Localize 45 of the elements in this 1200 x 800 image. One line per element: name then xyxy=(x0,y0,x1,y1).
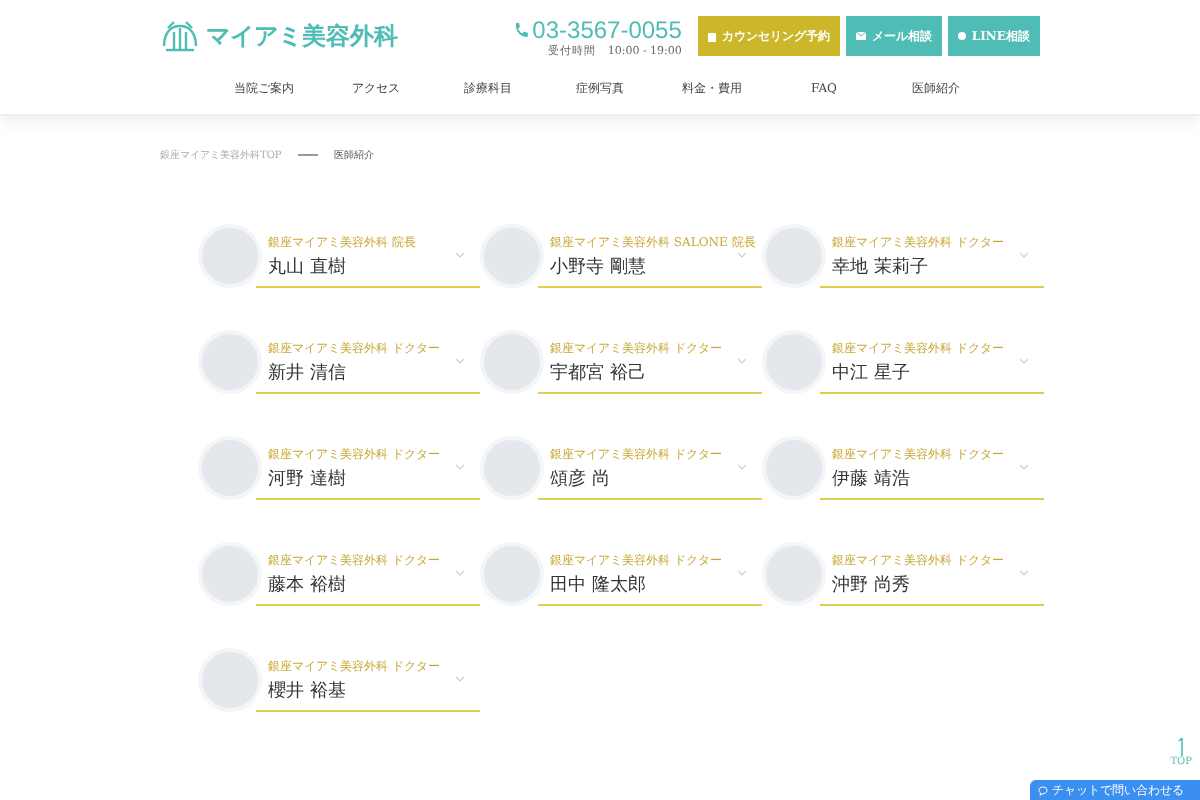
chevron-down-icon xyxy=(456,464,464,470)
photo-placeholder xyxy=(198,223,262,287)
doctor-name: 丸山 直樹 xyxy=(268,255,346,280)
doctor-name: 幸地 茉莉子 xyxy=(832,255,928,280)
doctor-name: 小野寺 剛慧 xyxy=(550,255,646,280)
chevron-down-icon xyxy=(738,358,746,364)
chevron-down-icon xyxy=(738,570,746,576)
chevron-down-icon xyxy=(1020,252,1028,258)
doctor-name: 中江 星子 xyxy=(832,361,910,386)
doctor-name: 新井 清信 xyxy=(268,361,346,386)
photo-placeholder xyxy=(762,541,826,605)
photo-placeholder xyxy=(480,541,544,605)
doctor-name: 伊藤 靖浩 xyxy=(832,467,910,492)
speech-bubble-icon xyxy=(1038,785,1048,795)
photo-placeholder xyxy=(198,329,262,393)
chevron-down-icon xyxy=(456,358,464,364)
photo-placeholder xyxy=(198,647,262,711)
chevron-down-icon xyxy=(738,252,746,258)
photo-placeholder xyxy=(480,435,544,499)
chevron-down-icon xyxy=(738,464,746,470)
doctor-name: 櫻井 裕基 xyxy=(268,679,346,704)
photo-placeholder xyxy=(762,435,826,499)
chevron-down-icon xyxy=(1020,570,1028,576)
clipboard-icon xyxy=(707,31,716,41)
doctor-name: 頌彦 尚 xyxy=(550,467,610,492)
photo-placeholder xyxy=(762,329,826,393)
chevron-down-icon xyxy=(1020,358,1028,364)
chevron-down-icon xyxy=(456,676,464,682)
chevron-down-icon xyxy=(456,252,464,258)
chat-bubble-icon xyxy=(957,32,966,40)
doctor-name: 藤本 裕樹 xyxy=(268,573,346,598)
chevron-down-icon xyxy=(456,570,464,576)
doctor-name: 田中 隆太郎 xyxy=(550,573,646,598)
photo-placeholder xyxy=(762,223,826,287)
phone-icon xyxy=(514,21,529,37)
photo-placeholder xyxy=(198,541,262,605)
photo-placeholder xyxy=(480,329,544,393)
chevron-down-icon xyxy=(1020,464,1028,470)
doctor-name: 河野 達樹 xyxy=(268,467,346,492)
photo-placeholder xyxy=(198,435,262,499)
arrow-up-icon xyxy=(1177,736,1186,756)
doctor-name: 宇都宮 裕己 xyxy=(550,361,646,386)
photo-placeholder xyxy=(480,223,544,287)
doctor-name: 沖野 尚秀 xyxy=(832,573,910,598)
mail-icon xyxy=(855,32,866,40)
